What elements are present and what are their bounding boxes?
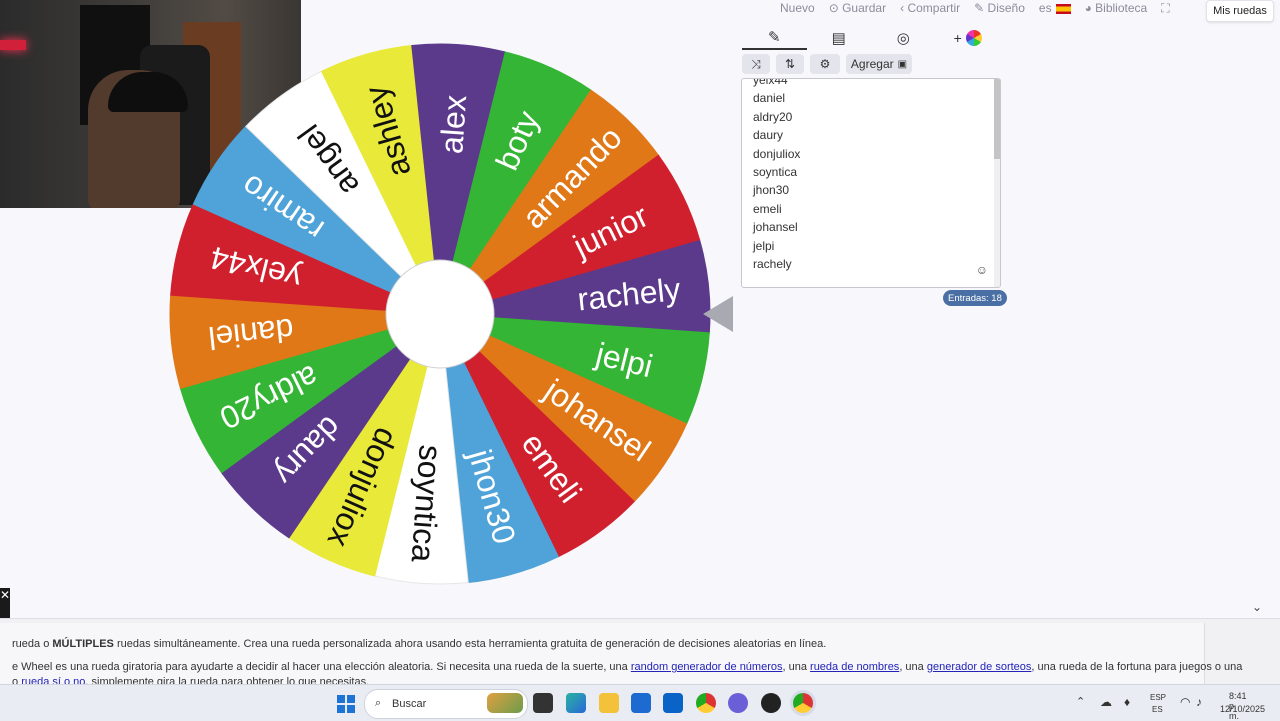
entries-scrollbar[interactable]: [994, 79, 1000, 287]
description-line-1: rueda o MÚLTIPLES ruedas simultáneamente…: [12, 638, 826, 650]
chrome-icon[interactable]: [696, 693, 716, 713]
desc-text: , una rueda de la fortuna para juegos o …: [1031, 661, 1243, 673]
color-wheel-icon: [965, 30, 982, 46]
image-icon: ▣: [897, 58, 908, 70]
save-label: Guardar: [842, 1, 887, 15]
outlook-icon[interactable]: [663, 693, 683, 713]
search-highlight-image: [487, 693, 523, 713]
add-image-label: Agregar: [850, 57, 894, 71]
entry-item[interactable]: daniel: [753, 89, 800, 107]
link-raffle-generator[interactable]: generador de sorteos: [927, 661, 1032, 673]
desc-text: e Wheel es una rueda giratoria para ayud…: [12, 661, 631, 673]
spain-flag-icon: [1055, 3, 1071, 14]
tab-hide[interactable]: ◎: [871, 26, 936, 50]
design-label: Diseño: [987, 1, 1025, 15]
wheel-pointer-icon: [703, 296, 733, 332]
save-button[interactable]: ⊙ Guardar: [829, 1, 886, 15]
microphone-icon[interactable]: ♦: [1124, 695, 1130, 709]
spinning-wheel[interactable]: rachely jelpi johansel emeli jhon30 soyntica d…: [160, 34, 720, 594]
entries-textarea[interactable]: yelx44 daniel aldry20 daury donjuliox soyntic…: [741, 78, 1001, 288]
wheel-graphic[interactable]: rachelyjelpijohanselemelijhon30soynticad…: [160, 34, 720, 594]
entry-tools: ⤨ ⇅ ⚙ Agregar ▣: [742, 54, 912, 74]
entry-item[interactable]: yelx44: [753, 79, 800, 89]
library-button[interactable]: ◕ Biblioteca: [1085, 1, 1148, 15]
desc-text: ruedas simultáneamente. Crea una rueda p…: [113, 638, 827, 650]
entry-item[interactable]: johansel: [753, 218, 800, 236]
shuffle-button[interactable]: ⤨: [742, 54, 770, 74]
windows-taskbar: ⌕ Buscar ⌃ ☁ ♦ ESP ES ◠ ♪ 8:41 p. m. 12/…: [0, 684, 1280, 721]
new-button[interactable]: Nuevo: [780, 1, 815, 15]
windows-start-icon[interactable]: [337, 695, 355, 713]
desc-text: , una: [899, 661, 927, 673]
wheel-center-hub[interactable]: [385, 259, 495, 369]
entry-item[interactable]: aldry20: [753, 108, 800, 126]
design-button[interactable]: ✎ Diseño: [974, 1, 1025, 15]
taskbar-search-box[interactable]: ⌕ Buscar: [364, 689, 528, 719]
clipboard-icon: ▤: [831, 30, 846, 47]
entry-item[interactable]: soyntica: [753, 163, 800, 181]
copilot-icon[interactable]: [566, 693, 586, 713]
entry-item[interactable]: daury: [753, 126, 800, 144]
share-label: Compartir: [907, 1, 961, 15]
pencil-icon: ✎: [767, 29, 781, 46]
entry-item[interactable]: emeli: [753, 200, 800, 218]
tab-results[interactable]: ▤: [807, 26, 872, 50]
file-explorer-icon[interactable]: [599, 693, 619, 713]
shuffle-icon: ⤨: [751, 56, 761, 71]
obs-icon[interactable]: [761, 693, 781, 713]
entry-item[interactable]: jelpi: [753, 237, 800, 255]
entry-item[interactable]: jhon30: [753, 181, 800, 199]
desc-bold: MÚLTIPLES: [52, 638, 114, 650]
chevron-up-icon[interactable]: ⌃: [1076, 695, 1085, 708]
library-label: Biblioteca: [1095, 1, 1148, 15]
entries-list: yelx44 daniel aldry20 daury donjuliox soyntic…: [753, 79, 800, 273]
entry-item[interactable]: donjuliox: [753, 145, 800, 163]
cloud-off-icon[interactable]: ☁: [1100, 695, 1112, 709]
sort-icon: ⇅: [784, 57, 796, 71]
desc-text: rueda o: [12, 638, 53, 650]
desc-text: , una: [782, 661, 811, 673]
fullscreen-icon[interactable]: ⛶: [1161, 1, 1169, 16]
volume-icon[interactable]: ♪: [1196, 695, 1202, 709]
task-view-icon[interactable]: [533, 693, 553, 713]
language-top[interactable]: ESP: [1150, 693, 1166, 702]
link-name-wheel[interactable]: rueda de nombres: [810, 661, 899, 673]
entry-item[interactable]: rachely: [753, 255, 800, 273]
share-button[interactable]: ‹ Compartir: [900, 1, 960, 15]
entries-count-badge: Entradas: 18: [943, 290, 1007, 306]
description-section: rueda o MÚLTIPLES ruedas simultáneamente…: [0, 618, 1280, 689]
wheel-segment-label: alex: [433, 94, 473, 155]
add-image-button[interactable]: Agregar ▣: [846, 54, 912, 74]
description-line-2: e Wheel es una rueda giratoria para ayud…: [12, 661, 1242, 673]
tab-add-wheel[interactable]: +: [936, 26, 1001, 50]
my-wheels-button[interactable]: Mis ruedas: [1206, 0, 1274, 22]
store-icon[interactable]: [631, 693, 651, 713]
panel-tabs: ✎ ▤ ◎ +: [742, 26, 1000, 50]
search-icon: ⌕: [375, 697, 382, 709]
link-random-numbers[interactable]: random generador de números: [631, 661, 783, 673]
language-selector[interactable]: es: [1039, 1, 1071, 15]
chevron-down-icon[interactable]: ⌄: [1252, 600, 1262, 614]
emoji-icon[interactable]: ☺: [976, 263, 988, 277]
tab-edit-entries[interactable]: ✎: [742, 26, 807, 50]
top-toolbar: Nuevo ⊙ Guardar ‹ Compartir ✎ Diseño es …: [780, 0, 1170, 16]
search-label: Buscar: [392, 698, 427, 710]
advanced-button[interactable]: ⚙: [810, 54, 840, 74]
settings-icon: ⚙: [819, 57, 831, 71]
eye-slash-icon: ◎: [896, 30, 910, 47]
wifi-icon[interactable]: ◠: [1180, 695, 1190, 709]
language-label: es: [1038, 1, 1052, 15]
app-icon[interactable]: [728, 693, 748, 713]
sort-button[interactable]: ⇅: [776, 54, 804, 74]
clock-date[interactable]: 12/10/2025: [1220, 704, 1265, 714]
plus-icon: +: [953, 30, 962, 46]
chrome-active-icon[interactable]: [793, 693, 813, 713]
language-bottom[interactable]: ES: [1152, 705, 1163, 714]
